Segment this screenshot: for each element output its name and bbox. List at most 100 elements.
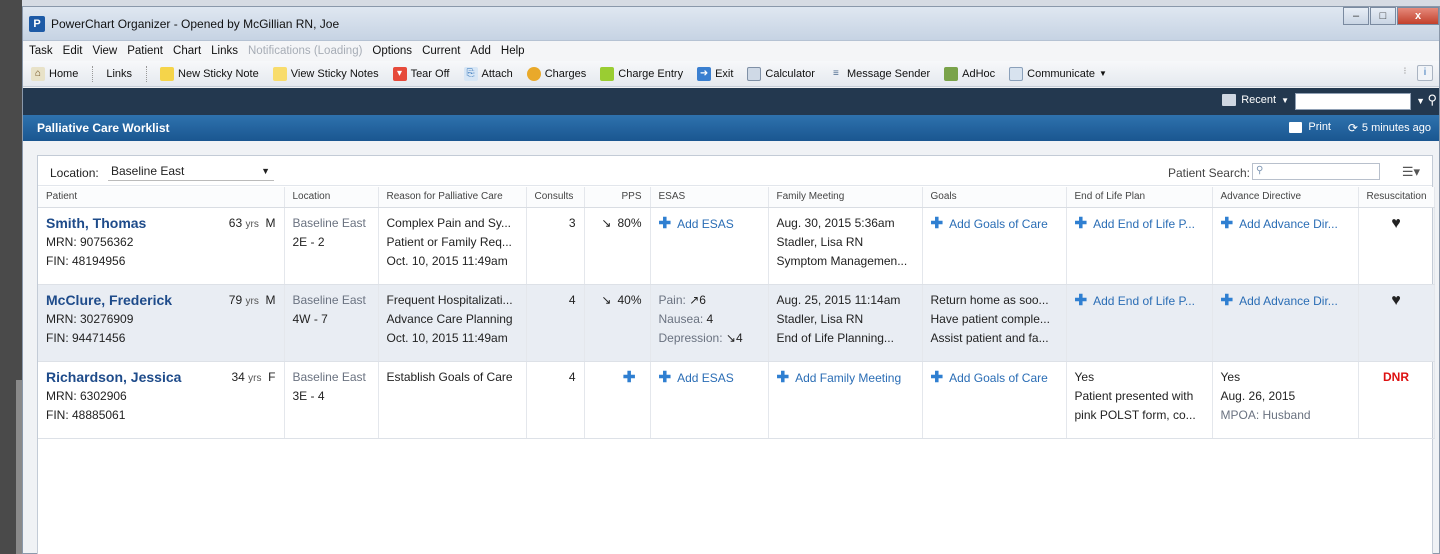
esas-cell[interactable]: ✚ Add ESAS xyxy=(650,207,769,285)
menu-task[interactable]: Task xyxy=(29,45,53,57)
tear-off-button[interactable]: ▾ Tear Off xyxy=(392,66,450,81)
reason-date: Oct. 10, 2015 11:49am xyxy=(386,330,508,345)
resuscitation-cell[interactable]: ♥ xyxy=(1358,207,1435,285)
family-meeting-cell[interactable]: Aug. 30, 2015 5:36am Stadler, Lisa RN Sy… xyxy=(768,207,923,285)
esas-cell[interactable]: ✚ Add ESAS xyxy=(650,361,769,439)
new-sticky-note-button[interactable]: New Sticky Note xyxy=(160,66,259,81)
table-header-row: Patient Location Reason for Palliative C… xyxy=(38,187,1435,208)
calculator-icon xyxy=(747,66,762,81)
col-consults[interactable]: Consults xyxy=(526,187,585,208)
advance-directive-cell[interactable]: ✚ Add Advance Dir... xyxy=(1212,284,1359,362)
age-unit: yrs xyxy=(245,218,259,230)
reason-cell[interactable]: Frequent Hospitalizati... Advance Care P… xyxy=(378,284,527,362)
location-room: 3E - 4 xyxy=(292,388,325,403)
goal-item: Have patient comple... xyxy=(930,311,1050,326)
charges-button[interactable]: Charges xyxy=(526,66,586,81)
calculator-button[interactable]: Calculator xyxy=(747,66,815,81)
charge-entry-button[interactable]: Charge Entry xyxy=(600,66,683,81)
col-pps[interactable]: PPS xyxy=(584,187,651,208)
menu-help[interactable]: Help xyxy=(501,45,525,57)
patient-lookup-input[interactable] xyxy=(1295,93,1411,110)
goals-cell[interactable]: Return home as soo... Have patient compl… xyxy=(922,284,1067,362)
patient-search-label: Patient Search: xyxy=(1167,166,1250,180)
advance-directive-cell[interactable]: Yes Aug. 26, 2015 MPOA: Husband xyxy=(1212,361,1359,439)
menu-options[interactable]: Options xyxy=(372,45,412,57)
col-advance-directive[interactable]: Advance Directive xyxy=(1212,187,1359,208)
goals-cell[interactable]: ✚ Add Goals of Care xyxy=(922,207,1067,285)
add-eol-plan-link[interactable]: Add End of Life P... xyxy=(1093,294,1195,308)
close-button[interactable]: x xyxy=(1397,7,1439,25)
maximize-button[interactable]: □ xyxy=(1370,7,1396,25)
recent-dropdown[interactable]: Recent ▼ xyxy=(1222,94,1289,106)
eol-plan-cell[interactable]: ✚ Add End of Life P... xyxy=(1066,207,1213,285)
col-esas[interactable]: ESAS xyxy=(650,187,769,208)
add-advance-directive-link[interactable]: Add Advance Dir... xyxy=(1239,294,1338,308)
eol-status: Yes xyxy=(1074,369,1095,384)
family-meeting-cell[interactable]: ✚ Add Family Meeting xyxy=(768,361,923,439)
location-select[interactable]: Baseline East ▼ xyxy=(108,163,274,181)
col-reason[interactable]: Reason for Palliative Care xyxy=(378,187,527,208)
add-esas-link[interactable]: Add ESAS xyxy=(677,371,734,385)
pps-cell[interactable]: ✚ xyxy=(584,361,651,439)
adhoc-button[interactable]: AdHoc xyxy=(944,66,995,81)
add-goals-link[interactable]: Add Goals of Care xyxy=(949,371,1048,385)
communicate-button[interactable]: Communicate ▼ xyxy=(1009,66,1107,81)
menu-current[interactable]: Current xyxy=(422,45,460,57)
menu-chart[interactable]: Chart xyxy=(173,45,201,57)
pps-cell[interactable]: ↘ 80% xyxy=(584,207,651,285)
col-goals[interactable]: Goals xyxy=(922,187,1067,208)
exit-button[interactable]: ➜ Exit xyxy=(697,66,733,81)
view-sticky-notes-button[interactable]: View Sticky Notes xyxy=(272,66,379,81)
resuscitation-cell[interactable]: DNR xyxy=(1358,361,1435,439)
info-icon[interactable]: i xyxy=(1417,65,1433,81)
menu-icon[interactable]: ☰▾ xyxy=(1402,164,1420,180)
menu-patient[interactable]: Patient xyxy=(127,45,163,57)
col-family-meeting[interactable]: Family Meeting xyxy=(768,187,923,208)
col-eol-plan[interactable]: End of Life Plan xyxy=(1066,187,1213,208)
print-button[interactable]: Print xyxy=(1289,121,1331,133)
add-advance-directive-link[interactable]: Add Advance Dir... xyxy=(1239,217,1338,231)
add-goals-link[interactable]: Add Goals of Care xyxy=(949,217,1048,231)
menu-links[interactable]: Links xyxy=(211,45,238,57)
links-button[interactable]: Links xyxy=(106,68,132,80)
col-location[interactable]: Location xyxy=(284,187,379,208)
advance-directive-mpoa: MPOA: Husband xyxy=(1220,407,1311,422)
title-bar: P PowerChart Organizer - Opened by McGil… xyxy=(23,7,1439,41)
home-button[interactable]: ⌂ Home xyxy=(31,66,78,81)
resuscitation-cell[interactable]: ♥ xyxy=(1358,284,1435,362)
patient-search-input[interactable]: ⚲ xyxy=(1252,163,1380,180)
print-label: Print xyxy=(1308,121,1331,133)
menu-edit[interactable]: Edit xyxy=(63,45,83,57)
search-icon[interactable]: ⚲ xyxy=(1427,92,1437,108)
menu-add[interactable]: Add xyxy=(470,45,490,57)
add-family-meeting-link[interactable]: Add Family Meeting xyxy=(795,371,901,385)
reason-line: Establish Goals of Care xyxy=(386,369,513,384)
toolbar-grip-icon: ⁝ xyxy=(1403,66,1407,77)
family-meeting-staff: Stadler, Lisa RN xyxy=(776,234,864,249)
message-sender-button[interactable]: ≡ Message Sender xyxy=(829,67,930,81)
esas-pain-label: Pain: xyxy=(658,292,686,307)
table-row[interactable]: 79 yrs M McClure, Frederick MRN: 3027690… xyxy=(38,284,1435,362)
pps-cell[interactable]: ↘ 40% xyxy=(584,284,651,362)
menu-view[interactable]: View xyxy=(92,45,117,57)
table-row[interactable]: 34 yrs F Richardson, Jessica MRN: 630290… xyxy=(38,361,1435,439)
col-patient[interactable]: Patient xyxy=(38,187,285,208)
add-eol-plan-link[interactable]: Add End of Life P... xyxy=(1093,217,1195,231)
col-resuscitation[interactable]: Resuscitation xyxy=(1358,187,1435,208)
reason-line: Frequent Hospitalizati... xyxy=(386,292,513,307)
table-row[interactable]: 63 yrs M Smith, Thomas MRN: 90756362 FIN… xyxy=(38,207,1435,285)
attach-button[interactable]: ⎘ Attach xyxy=(463,66,513,81)
advance-directive-cell[interactable]: ✚ Add Advance Dir... xyxy=(1212,207,1359,285)
refresh-button[interactable]: ⟳ 5 minutes ago xyxy=(1348,121,1431,135)
plus-icon[interactable]: ✚ xyxy=(623,369,636,386)
add-esas-link[interactable]: Add ESAS xyxy=(677,217,734,231)
family-meeting-cell[interactable]: Aug. 25, 2015 11:14am Stadler, Lisa RN E… xyxy=(768,284,923,362)
eol-plan-cell[interactable]: ✚ Add End of Life P... xyxy=(1066,284,1213,362)
esas-cell[interactable]: Pain: ↗6 Nausea: 4 Depression: ↘4 xyxy=(650,284,769,362)
eol-plan-cell[interactable]: Yes Patient presented with pink POLST fo… xyxy=(1066,361,1213,439)
reason-cell[interactable]: Establish Goals of Care xyxy=(378,361,527,439)
minimize-button[interactable]: – xyxy=(1343,7,1369,25)
chevron-down-icon[interactable]: ▼ xyxy=(1416,96,1425,106)
reason-cell[interactable]: Complex Pain and Sy... Patient or Family… xyxy=(378,207,527,285)
goals-cell[interactable]: ✚ Add Goals of Care xyxy=(922,361,1067,439)
